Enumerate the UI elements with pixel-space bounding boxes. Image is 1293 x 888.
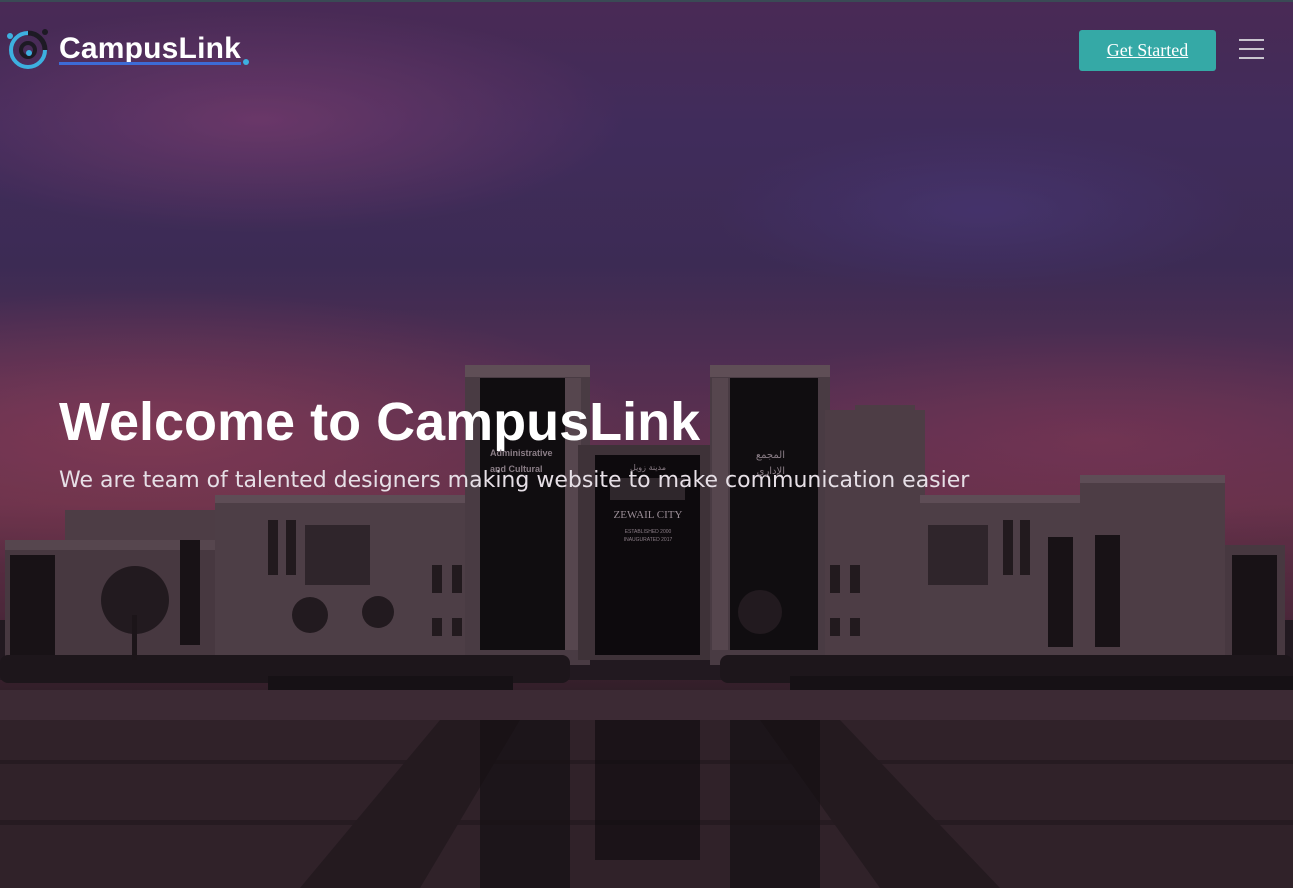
sign-english-line-1: Administrative — [490, 448, 553, 458]
sign-established: ESTABLISHED 2000 — [625, 529, 672, 535]
sign-arabic-line-1: المجمع — [756, 450, 785, 461]
building-signage: Administrative and Cultural المجمع الإدا… — [490, 448, 785, 543]
sign-arabic-line-2: الإداري — [757, 466, 785, 477]
sign-inaugurated: INAUGURATED 2017 — [624, 537, 673, 543]
hero-section: CampusLink Get Started Welcome to Campus… — [0, 0, 1293, 888]
sign-english-line-2: and Cultural — [490, 464, 543, 474]
sign-name: ZEWAIL CITY — [614, 509, 683, 521]
sign-arabic-top: مدينة زويل — [630, 463, 666, 472]
